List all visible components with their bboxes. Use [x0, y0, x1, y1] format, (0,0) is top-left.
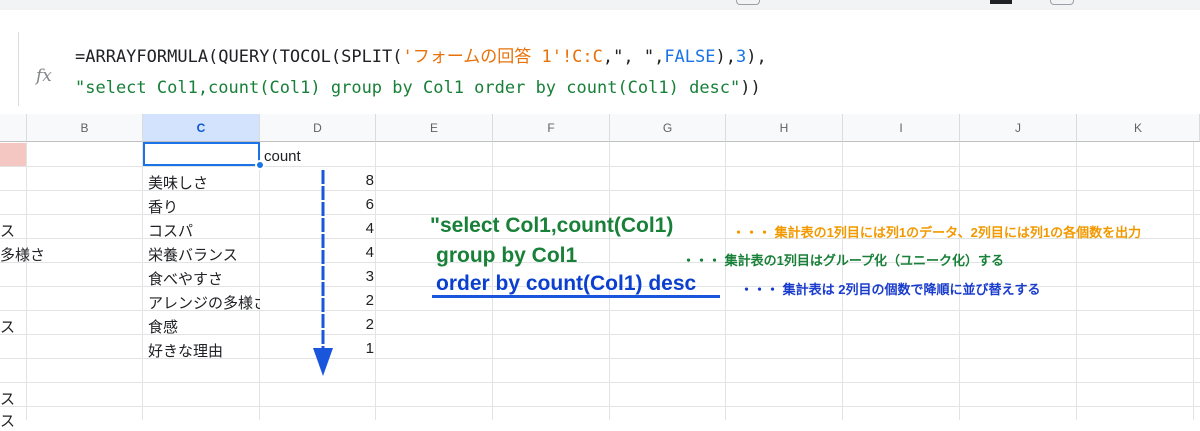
grid-line — [26, 142, 27, 420]
header-cell-count[interactable]: count — [264, 148, 301, 165]
formula-bar-divider — [18, 32, 19, 106]
formula-false-literal: FALSE — [664, 47, 716, 67]
item-cell[interactable]: 栄養バランス — [148, 244, 260, 265]
group-clause-note: ・・・ 集計表の1列目はグループ化（ユニーク化）する — [682, 253, 1005, 268]
formula-line-1[interactable]: =ARRAYFORMULA(QUERY(TOCOL(SPLIT('フォームの回答… — [75, 42, 767, 67]
column-header-f[interactable]: F — [493, 114, 610, 142]
fill-handle[interactable] — [255, 160, 265, 170]
toolbar-button-outline[interactable] — [736, 0, 760, 5]
selected-cell[interactable] — [143, 142, 260, 166]
column-header-b[interactable]: B — [27, 114, 143, 142]
formula-line-2[interactable]: "select Col1,count(Col1) group by Col1 o… — [75, 78, 761, 98]
grid-line — [725, 142, 726, 420]
grid-line — [375, 142, 376, 420]
down-arrow-icon — [313, 170, 333, 376]
formula-query-string: "select Col1,count(Col1) group by Col1 o… — [75, 78, 741, 98]
item-cell[interactable]: 食感 — [148, 316, 260, 337]
column-header-a[interactable] — [0, 114, 27, 142]
item-cell[interactable]: 美味しさ — [148, 172, 260, 193]
formula-three-literal: 3 — [735, 47, 747, 67]
toolbar-strip — [0, 0, 1200, 10]
toolbar-button-outline[interactable] — [1050, 0, 1074, 5]
formula-prefix: =ARRAYFORMULA(QUERY(TOCOL(SPLIT( — [75, 47, 403, 67]
column-header-j[interactable]: J — [960, 114, 1077, 142]
item-cell[interactable]: アレンジの多様さ — [148, 292, 260, 313]
grid-line — [0, 382, 1200, 383]
column-header-h[interactable]: H — [726, 114, 843, 142]
grid-line — [142, 142, 143, 420]
column-header-i[interactable]: I — [843, 114, 960, 142]
grid-line — [1193, 142, 1194, 420]
fx-icon: fx — [36, 66, 52, 86]
formula-end: ), — [746, 47, 767, 67]
cell-a-fragment[interactable]: 多様さ — [0, 244, 45, 265]
column-header-g[interactable]: G — [610, 114, 726, 142]
item-cell[interactable]: 食べやすさ — [148, 268, 260, 289]
cell-a-fragment[interactable]: ス — [0, 388, 15, 409]
formula-close: ), — [715, 47, 736, 67]
toolbar-button-dark[interactable] — [990, 0, 1012, 4]
order-clause-note: ・・・ 集計表は 2列目の個数で降順に並び替えする — [740, 282, 1041, 297]
highlighted-cell[interactable] — [0, 143, 26, 166]
order-clause-underline — [432, 295, 720, 298]
item-cell[interactable]: 香り — [148, 196, 260, 217]
item-cell[interactable]: 好きな理由 — [148, 340, 260, 361]
grid-line — [0, 166, 1200, 167]
item-cell[interactable]: コスパ — [148, 220, 260, 241]
column-header-c[interactable]: C — [143, 114, 260, 142]
formula-end-2: )) — [740, 78, 761, 98]
column-header-d[interactable]: D — [260, 114, 376, 142]
formula-bar[interactable]: fx =ARRAYFORMULA(QUERY(TOCOL(SPLIT('フォーム… — [0, 10, 1200, 115]
grid-line — [0, 406, 1200, 407]
select-clause-note: ・・・ 集計表の1列目には列1のデータ、2列目には列1の各個数を出力 — [732, 225, 1142, 240]
column-header-k[interactable]: K — [1077, 114, 1200, 142]
column-header-e[interactable]: E — [376, 114, 493, 142]
select-clause-label: "select Col1,count(Col1) — [430, 214, 674, 237]
grid-line — [1076, 142, 1077, 420]
formula-separator: ,", ", — [602, 47, 665, 67]
cell-a-fragment[interactable]: ス — [0, 220, 15, 241]
cell-a-fragment[interactable]: ス — [0, 410, 15, 431]
cell-a-fragment[interactable]: ス — [0, 316, 15, 337]
formula-range-string: 'フォームの回答 1'!C:C — [402, 47, 603, 67]
order-clause-label: order by count(Col1) desc — [436, 272, 697, 295]
group-clause-label: group by Col1 — [436, 244, 578, 267]
